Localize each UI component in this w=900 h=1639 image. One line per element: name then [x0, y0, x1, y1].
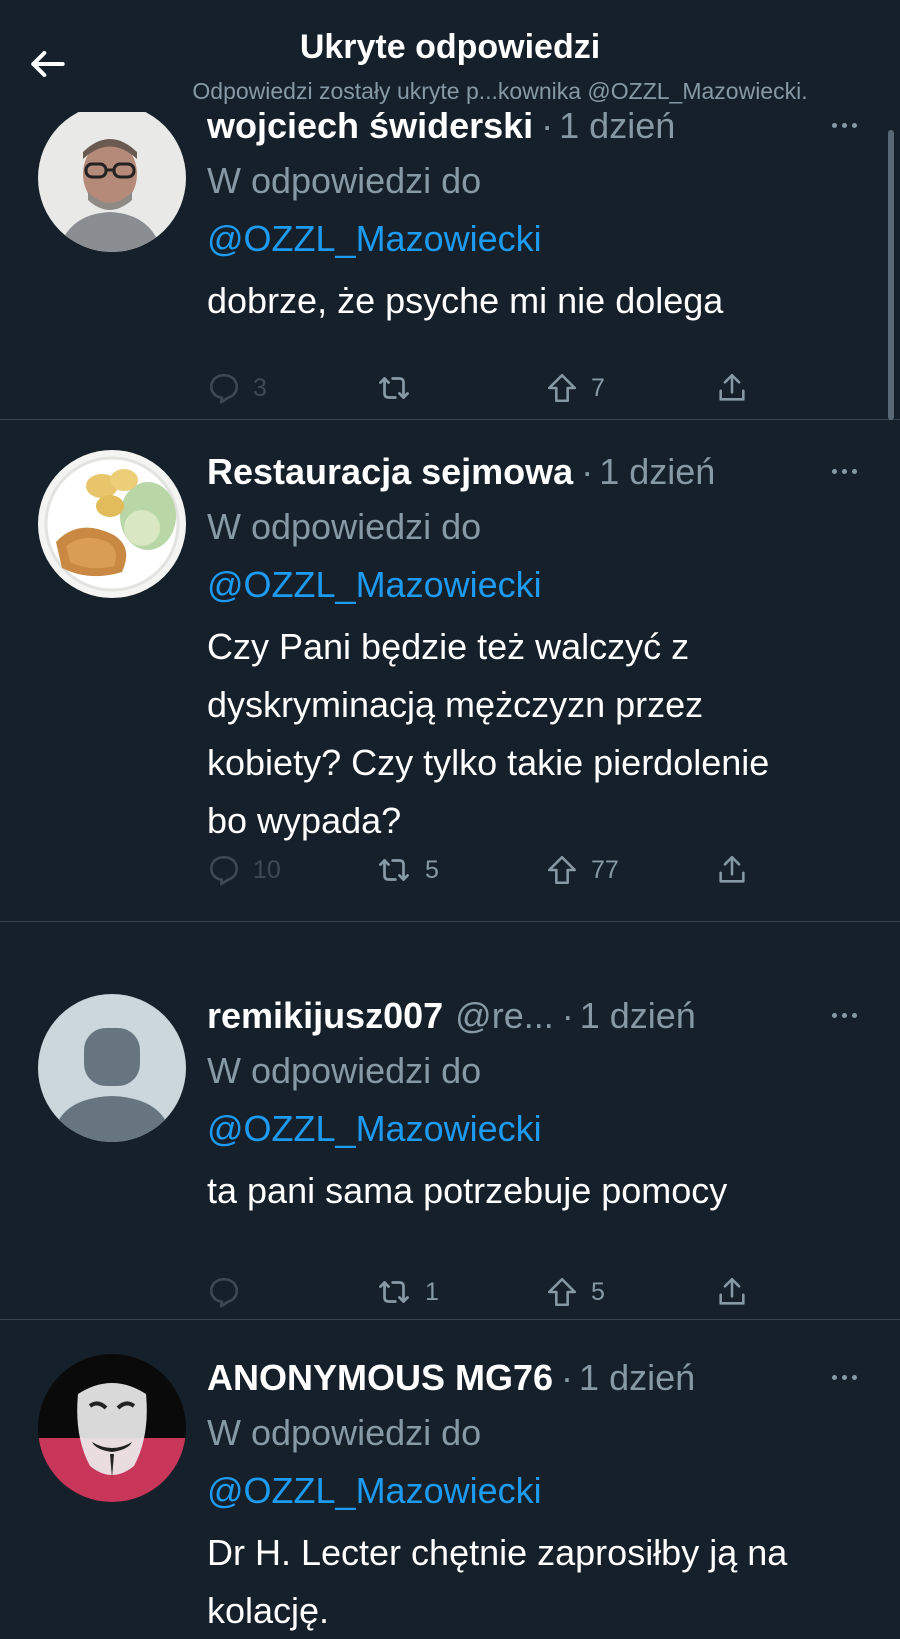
like-count: 7 — [591, 373, 605, 402]
tweet-text: Dr H. Lecter chętnie zaprosiłby ją na ko… — [207, 1532, 788, 1631]
user-name[interactable]: ANONYMOUS MG76 — [207, 1357, 553, 1399]
tweet-actions: 1 5 — [207, 1268, 767, 1316]
separator-dot: · — [561, 1357, 574, 1398]
person-glasses-avatar-icon — [38, 104, 186, 252]
tweet-actions: 10 5 77 — [207, 846, 767, 894]
tweet[interactable]: remikijusz007 @re... · 1 dzień W odpowie… — [0, 922, 900, 1320]
reply-icon — [209, 373, 239, 404]
replies-feed: wojciech świderski · 1 dzień W odpowiedz… — [0, 0, 900, 1639]
user-handle[interactable]: @re... — [455, 995, 554, 1037]
avatar[interactable] — [38, 450, 186, 598]
reply-icon — [209, 1277, 239, 1308]
more-options-button[interactable] — [822, 1362, 866, 1392]
reply-button[interactable] — [207, 1268, 253, 1316]
retweet-icon — [379, 1281, 409, 1303]
like-count: 5 — [591, 1277, 605, 1306]
reply-to-label: W odpowiedzi do — [207, 1050, 482, 1091]
timestamp[interactable]: 1 dzień — [580, 995, 696, 1037]
separator-dot: · — [581, 451, 594, 492]
retweet-button[interactable]: 1 — [375, 1268, 439, 1316]
top-bar: Ukryte odpowiedzi Odpowiedzi zostały ukr… — [0, 0, 900, 112]
avatar[interactable] — [38, 104, 186, 252]
reply-to-mention[interactable]: @OZZL_Mazowiecki — [207, 1462, 870, 1520]
timestamp[interactable]: 1 dzień — [599, 451, 715, 493]
more-options-button[interactable] — [822, 456, 866, 486]
page-subtitle: Odpowiedzi zostały ukryte p...kownika @O… — [192, 78, 808, 104]
scrollbar[interactable] — [888, 130, 894, 420]
retweet-count: 5 — [425, 855, 439, 884]
reply-button[interactable]: 10 — [207, 846, 281, 894]
reply-count: 3 — [253, 373, 267, 402]
upvote-button[interactable]: 7 — [545, 364, 605, 412]
tweet[interactable]: Restauracja sejmowa · 1 dzień W odpowied… — [0, 420, 900, 922]
reply-to-label: W odpowiedzi do — [207, 1412, 482, 1453]
reply-to-mention[interactable]: @OZZL_Mazowiecki — [207, 1100, 870, 1158]
reply-button[interactable]: 3 — [207, 364, 267, 412]
user-name[interactable]: remikijusz007 — [207, 995, 443, 1037]
more-options-button[interactable] — [822, 110, 866, 140]
default-user-avatar-icon — [38, 994, 186, 1142]
tweet-text: ta pani sama potrzebuje pomocy — [207, 1170, 728, 1211]
avatar[interactable] — [38, 994, 186, 1142]
tweet-text: Czy Pani będzie też walczyć z dyskrymina… — [207, 626, 770, 841]
reply-to-mention[interactable]: @OZZL_Mazowiecki — [207, 556, 870, 614]
user-name[interactable]: Restauracja sejmowa — [207, 451, 573, 493]
mask-avatar-icon — [38, 1354, 186, 1502]
reply-to-label: W odpowiedzi do — [207, 506, 482, 547]
retweet-icon — [379, 859, 409, 881]
like-count: 77 — [591, 855, 619, 884]
retweet-count: 1 — [425, 1277, 439, 1306]
tweet-text: dobrze, że psyche mi nie dolega — [207, 280, 724, 321]
food-plate-avatar-icon — [38, 450, 186, 598]
page-title: Ukryte odpowiedzi — [299, 28, 601, 66]
timestamp[interactable]: 1 dzień — [579, 1357, 695, 1399]
arrow-up-icon — [547, 1277, 577, 1307]
reply-to-mention[interactable]: @OZZL_Mazowiecki — [207, 210, 870, 268]
arrow-up-icon — [547, 855, 577, 885]
upvote-button[interactable]: 5 — [545, 1268, 605, 1316]
tweet[interactable]: ANONYMOUS MG76 · 1 dzień W odpowiedzi do… — [0, 1320, 900, 1639]
retweet-icon — [379, 377, 409, 399]
share-icon — [719, 1277, 745, 1305]
retweet-button[interactable] — [375, 364, 425, 412]
separator-dot: · — [561, 995, 574, 1036]
share-button[interactable] — [715, 846, 749, 894]
retweet-button[interactable]: 5 — [375, 846, 439, 894]
share-icon — [719, 855, 745, 883]
share-button[interactable] — [715, 364, 749, 412]
share-button[interactable] — [715, 1268, 749, 1316]
reply-icon — [209, 855, 239, 886]
upvote-button[interactable]: 77 — [545, 846, 619, 894]
reply-to-label: W odpowiedzi do — [207, 160, 482, 201]
share-icon — [719, 373, 745, 401]
arrow-up-icon — [547, 373, 577, 403]
avatar[interactable] — [38, 1354, 186, 1502]
more-options-button[interactable] — [822, 1000, 866, 1030]
reply-count: 10 — [253, 855, 281, 884]
tweet-actions: 3 7 — [207, 364, 767, 412]
